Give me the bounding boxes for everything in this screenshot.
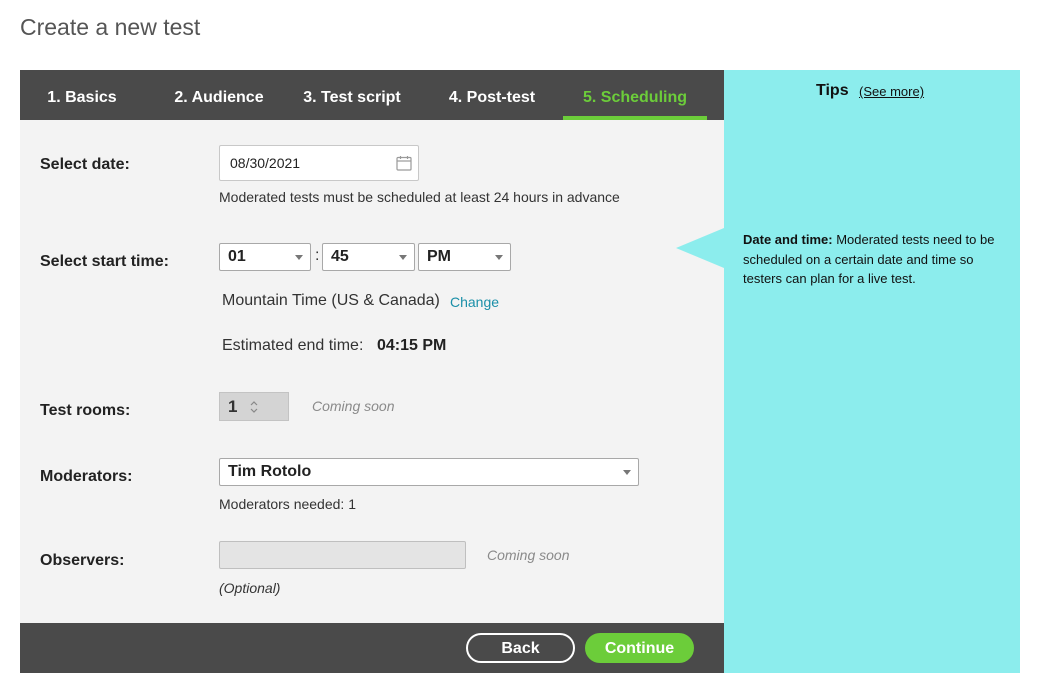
date-hint: Moderated tests must be scheduled at lea… (219, 189, 620, 205)
chevron-down-icon (399, 255, 407, 260)
back-button[interactable]: Back (466, 633, 575, 663)
observers-label: Observers: (40, 552, 125, 569)
tips-title: Tips (816, 82, 849, 99)
test-rooms-value: 1 (228, 397, 238, 416)
spinner-arrows-icon (250, 401, 258, 413)
start-time-label: Select start time: (40, 253, 169, 270)
end-time-label: Estimated end time: (222, 337, 364, 354)
moderators-select[interactable]: Tim Rotolo (219, 458, 639, 486)
tab-test-script[interactable]: 3. Test script (296, 70, 408, 120)
ampm-select[interactable]: PM (418, 243, 511, 271)
end-time-value: 04:15 PM (377, 337, 447, 354)
minute-value: 45 (331, 248, 349, 265)
change-timezone-link[interactable]: Change (450, 294, 499, 310)
page-title: Create a new test (20, 14, 201, 40)
time-separator: : (315, 247, 320, 264)
test-rooms-stepper: 1 (219, 392, 289, 421)
chevron-down-icon (295, 255, 303, 260)
date-input[interactable]: 08/30/2021 (219, 145, 419, 181)
moderators-label: Moderators: (40, 468, 133, 485)
chevron-down-icon (495, 255, 503, 260)
date-value: 08/30/2021 (230, 155, 301, 171)
tips-panel: Tips (See more) Date and time: Moderated… (676, 70, 1020, 673)
observers-optional: (Optional) (219, 580, 281, 596)
minute-select[interactable]: 45 (322, 243, 415, 271)
tab-scheduling[interactable]: 5. Scheduling (563, 70, 707, 120)
date-label: Select date: (40, 156, 130, 173)
calendar-icon[interactable] (396, 155, 412, 171)
test-rooms-label: Test rooms: (40, 402, 131, 419)
ampm-value: PM (427, 248, 451, 265)
tips-heading: Date and time: (743, 232, 833, 247)
moderator-value: Tim Rotolo (228, 463, 312, 480)
tab-basics[interactable]: 1. Basics (34, 70, 130, 120)
moderators-needed: Moderators needed: 1 (219, 496, 356, 512)
hour-value: 01 (228, 248, 246, 265)
wizard-tabs: 1. Basics 2. Audience 3. Test script 4. … (20, 70, 724, 120)
tips-pointer (676, 228, 724, 268)
chevron-down-icon (623, 470, 631, 475)
tab-post-test[interactable]: 4. Post-test (436, 70, 548, 120)
wizard-panel: 1. Basics 2. Audience 3. Test script 4. … (20, 70, 724, 673)
see-more-link[interactable]: (See more) (859, 84, 924, 99)
hour-select[interactable]: 01 (219, 243, 311, 271)
observers-coming-soon: Coming soon (487, 547, 570, 563)
rooms-coming-soon: Coming soon (312, 398, 395, 414)
tab-audience[interactable]: 2. Audience (157, 70, 281, 120)
timezone-text: Mountain Time (US & Canada) (222, 292, 440, 309)
continue-button[interactable]: Continue (585, 633, 694, 663)
wizard-footer: Back Continue (20, 623, 724, 673)
observers-input (219, 541, 466, 569)
tips-text: Date and time: Moderated tests need to b… (743, 230, 1008, 289)
